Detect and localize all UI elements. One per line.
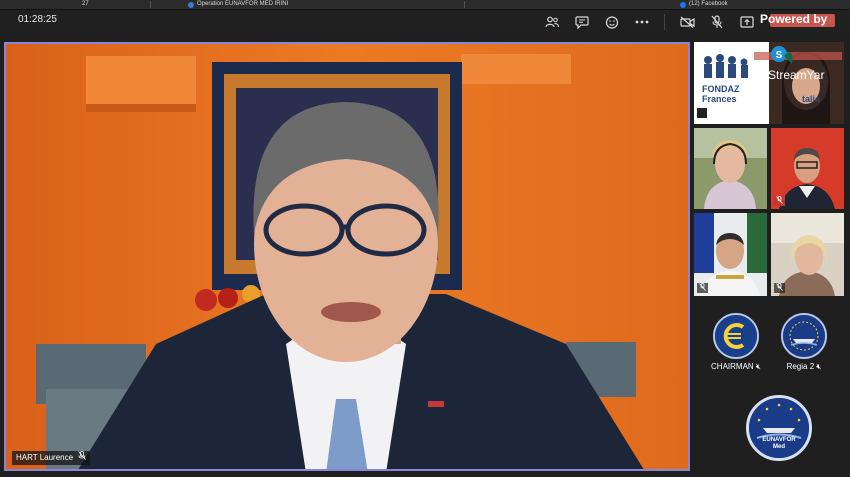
tab-divider [150,1,151,8]
eunavfor-med-logo: EUNAVFOR Med [746,395,812,461]
browser-tab-eunavfor[interactable]: Operation EUNAVFOR MED IRINI [188,0,288,9]
tab-label: Operation EUNAVFOR MED IRINI [197,1,289,7]
more-icon[interactable] [633,13,651,31]
browser-tab-facebook[interactable]: (12) Facebook [680,0,728,9]
logo-sub-text: Med [773,444,785,450]
main-speaker-video[interactable]: HART Laurence [4,42,690,471]
mic-muted-icon [774,196,785,206]
chairman-avatar[interactable] [713,313,759,359]
browser-tab-partial[interactable]: 27 [82,0,89,9]
streamyard-watermark: StreamYar [768,68,825,82]
site-favicon-icon [188,1,194,8]
participant-name-text: Regia 2 [786,362,815,371]
meeting-timer: 01:28:25 [18,14,57,25]
participants-icon[interactable] [543,13,561,31]
powered-by-label: Powered by [760,12,828,26]
facebook-icon [680,1,686,8]
participant-tile-woman-headset[interactable] [694,128,767,209]
tab-divider [464,1,465,8]
meeting-toolbar: 01:28:25 Powered by [0,10,850,34]
regia-avatar[interactable] [781,313,827,359]
mic-muted-icon [78,451,86,465]
mic-muted-icon: 🔇︎ [755,362,761,371]
chat-icon[interactable] [573,13,591,31]
svg-text:S: S [776,50,783,61]
participant-tile-man-red[interactable] [771,128,844,209]
share-screen-icon[interactable] [738,13,756,31]
banner-text: talia [802,94,821,104]
mic-muted-icon [697,283,708,293]
participant-name-text: CHAIRMAN [711,362,754,371]
tab-label: (12) Facebook [689,1,728,7]
toolbar-divider [664,14,665,30]
reactions-icon[interactable] [603,13,621,31]
banner-text: FONDAZ [702,84,740,94]
mic-muted-icon: 🔇︎ [816,362,822,371]
speaker-name: HART Laurence [16,453,74,462]
speaker-name-tag: HART Laurence [12,451,91,465]
speaker-video-frame [6,44,688,469]
participant-name: CHAIRMAN 🔇︎ [701,362,771,372]
tab-label: 27 [82,1,89,7]
camera-off-icon[interactable] [678,13,696,31]
participant-video [694,128,767,209]
browser-tab-strip: 27 Operation EUNAVFOR MED IRINI (12) Fac… [0,0,850,10]
participant-tile-woman-blonde[interactable] [771,213,844,296]
participant-name: Regia 2 🔇︎ [769,362,839,372]
participant-tile-officer[interactable] [694,213,767,296]
logo-org-text: EUNAVFOR [762,437,796,443]
mic-muted-icon [774,283,785,293]
eu-logo-icon [715,315,757,357]
eunavfor-logo-icon [783,315,825,357]
mic-muted-icon[interactable] [708,13,726,31]
presentation-tile[interactable]: FONDAZ Frances talia S StreamYar [694,42,844,124]
banner-text: Frances [702,94,737,104]
